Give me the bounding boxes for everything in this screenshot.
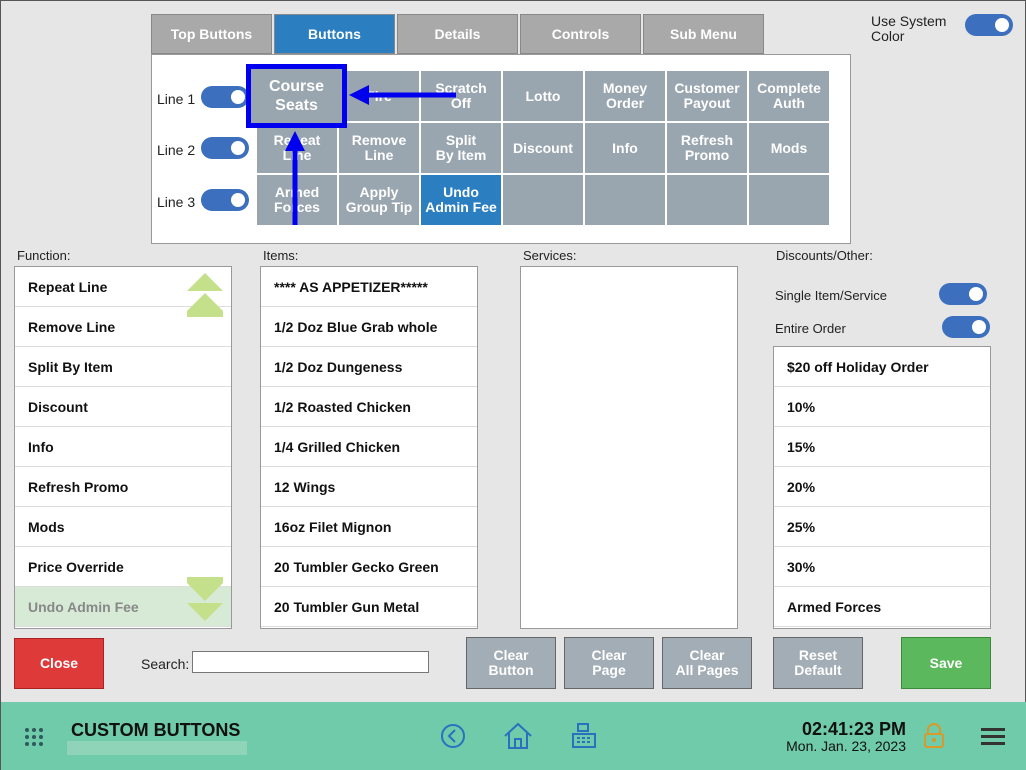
tab-top-buttons[interactable]: Top Buttons bbox=[151, 14, 272, 54]
grid-button-mods[interactable]: Mods bbox=[748, 122, 830, 174]
items-label: Items: bbox=[263, 248, 299, 263]
line-3-toggle[interactable] bbox=[201, 189, 249, 211]
single-item-service-toggle[interactable] bbox=[939, 283, 987, 305]
list-item[interactable]: 1/2 Doz Blue Grab whole bbox=[261, 307, 477, 347]
line-1-toggle[interactable] bbox=[201, 86, 249, 108]
function-label: Function: bbox=[17, 248, 71, 263]
search-input[interactable] bbox=[192, 651, 429, 673]
dragged-course-seats-label: Course Seats bbox=[268, 78, 325, 114]
clear-page-button[interactable]: Clear Page bbox=[564, 637, 654, 689]
discounts-list: $20 off Holiday Order 10% 15% 20% 25% 30… bbox=[773, 346, 991, 629]
list-item[interactable]: 1/4 Grilled Chicken bbox=[261, 427, 477, 467]
grid-button-lotto[interactable]: Lotto bbox=[502, 70, 584, 122]
grid-button-repeat-line[interactable]: Repeat Line bbox=[256, 122, 338, 174]
apps-grid-icon[interactable] bbox=[24, 727, 44, 747]
reset-default-button[interactable]: Reset Default bbox=[773, 637, 863, 689]
use-system-color-label: Use System Color bbox=[871, 13, 947, 44]
grid-button-customer-payout[interactable]: Customer Payout bbox=[666, 70, 748, 122]
grid-button-info[interactable]: Info bbox=[584, 122, 666, 174]
clear-all-pages-button[interactable]: Clear All Pages bbox=[662, 637, 752, 689]
grid-button-apply-group-tip[interactable]: Apply Group Tip bbox=[338, 174, 420, 226]
list-item[interactable]: 20% bbox=[774, 467, 990, 507]
list-item[interactable]: 25% bbox=[774, 507, 990, 547]
user-name-blurred bbox=[67, 741, 247, 755]
home-icon[interactable] bbox=[503, 722, 533, 750]
list-item[interactable]: Discount bbox=[15, 387, 231, 427]
cash-register-icon[interactable] bbox=[570, 722, 598, 750]
list-item[interactable]: Armed Forces bbox=[774, 587, 990, 627]
grid-button-empty[interactable] bbox=[584, 174, 666, 226]
grid-button-split-by-item[interactable]: Split By Item bbox=[420, 122, 502, 174]
tab-details[interactable]: Details bbox=[397, 14, 518, 54]
discounts-other-label: Discounts/Other: bbox=[776, 248, 873, 263]
list-item[interactable]: 16oz Filet Mignon bbox=[261, 507, 477, 547]
list-item[interactable]: 12 Wings bbox=[261, 467, 477, 507]
single-item-service-label: Single Item/Service bbox=[775, 288, 887, 303]
tab-controls[interactable]: Controls bbox=[520, 14, 641, 54]
list-item[interactable]: Mods bbox=[15, 507, 231, 547]
list-item[interactable]: Split By Item bbox=[15, 347, 231, 387]
list-item[interactable]: **** AS APPETIZER***** bbox=[261, 267, 477, 307]
line-2-label: Line 2 bbox=[157, 142, 196, 158]
tab-sub-menu[interactable]: Sub Menu bbox=[643, 14, 764, 54]
list-item[interactable]: 1/2 Roasted Chicken bbox=[261, 387, 477, 427]
grid-button-empty[interactable] bbox=[666, 174, 748, 226]
use-system-color-toggle[interactable] bbox=[965, 14, 1013, 36]
scroll-down-icon[interactable] bbox=[185, 575, 225, 625]
grid-button-undo-admin-fee[interactable]: Undo Admin Fee bbox=[420, 174, 502, 226]
grid-button-discount[interactable]: Discount bbox=[502, 122, 584, 174]
lock-icon[interactable] bbox=[923, 723, 945, 749]
save-button[interactable]: Save bbox=[901, 637, 991, 689]
grid-button-refresh-promo[interactable]: Refresh Promo bbox=[666, 122, 748, 174]
entire-order-toggle[interactable] bbox=[942, 316, 990, 338]
entire-order-label: Entire Order bbox=[775, 321, 846, 336]
grid-button-fire[interactable]: Fire bbox=[338, 70, 420, 122]
grid-button-remove-line[interactable]: Remove Line bbox=[338, 122, 420, 174]
services-label: Services: bbox=[523, 248, 577, 263]
clock-date: Mon. Jan. 23, 2023 bbox=[786, 738, 906, 754]
items-list: **** AS APPETIZER***** 1/2 Doz Blue Grab… bbox=[260, 266, 478, 629]
close-button[interactable]: Close bbox=[14, 638, 104, 689]
search-label: Search: bbox=[141, 656, 190, 672]
line-3-label: Line 3 bbox=[157, 194, 196, 210]
list-item[interactable]: $20 off Holiday Order bbox=[774, 347, 990, 387]
tab-buttons[interactable]: Buttons bbox=[274, 14, 395, 54]
clock-time: 02:41:23 PM bbox=[801, 719, 906, 739]
list-item[interactable]: 20 Tumbler Gecko Green bbox=[261, 547, 477, 587]
grid-button-complete-auth[interactable]: Complete Auth bbox=[748, 70, 830, 122]
grid-button-scratch-off[interactable]: Scratch Off bbox=[420, 70, 502, 122]
page-title: CUSTOM BUTTONS bbox=[71, 720, 241, 740]
list-item[interactable]: 30% bbox=[774, 547, 990, 587]
list-item[interactable]: 15% bbox=[774, 427, 990, 467]
list-item[interactable]: 1/2 Doz Dungeness bbox=[261, 347, 477, 387]
list-item[interactable]: 10% bbox=[774, 387, 990, 427]
list-item[interactable]: 20 Tumbler Gun Metal bbox=[261, 587, 477, 627]
back-icon[interactable] bbox=[440, 723, 466, 749]
scroll-up-icon[interactable] bbox=[185, 271, 225, 321]
grid-button-armed-forces[interactable]: Armed Forces bbox=[256, 174, 338, 226]
list-item[interactable]: Info bbox=[15, 427, 231, 467]
grid-button-empty[interactable] bbox=[748, 174, 830, 226]
list-item[interactable]: Refresh Promo bbox=[15, 467, 231, 507]
hamburger-menu-icon[interactable] bbox=[980, 726, 1006, 746]
grid-button-empty[interactable] bbox=[502, 174, 584, 226]
clear-button-button[interactable]: Clear Button bbox=[466, 637, 556, 689]
line-2-toggle[interactable] bbox=[201, 137, 249, 159]
line-1-label: Line 1 bbox=[157, 91, 196, 107]
services-list[interactable] bbox=[520, 266, 738, 629]
grid-button-money-order[interactable]: Money Order bbox=[584, 70, 666, 122]
